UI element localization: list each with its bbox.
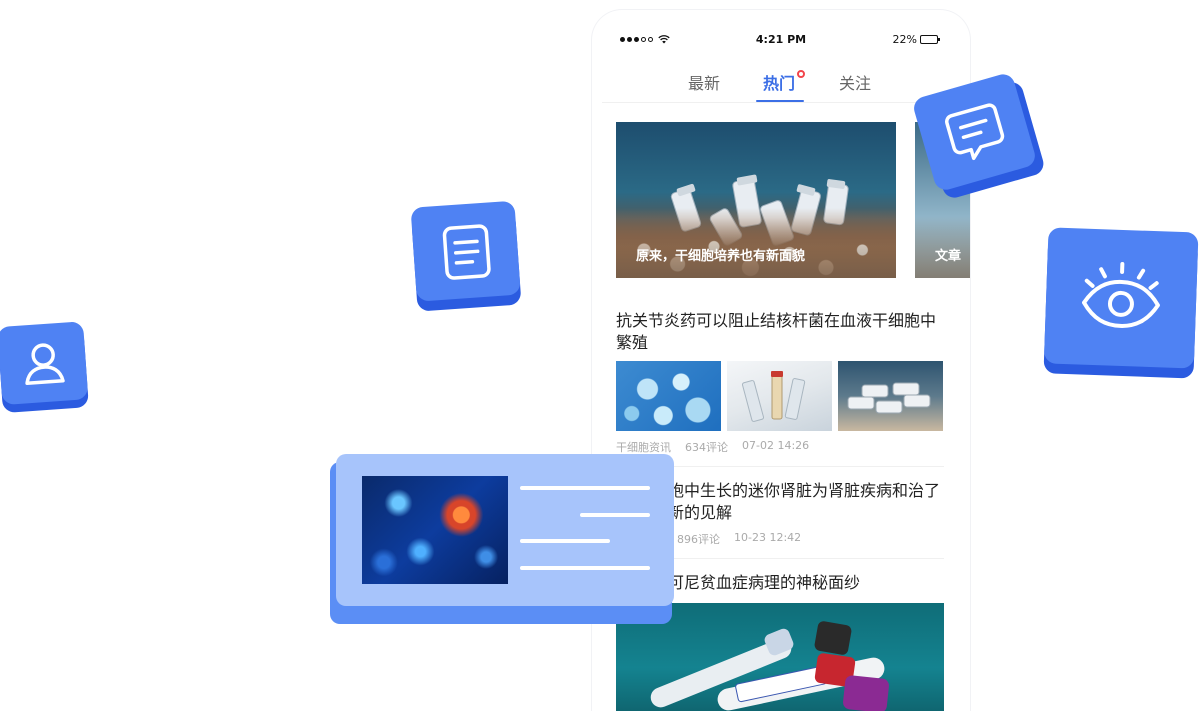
notification-badge [795,68,807,80]
vial-image [741,371,806,422]
banner-caption: 原来，干细胞培养也有新面貌 [636,249,806,264]
battery-percent: 22% [892,33,917,46]
text-placeholder-line [520,539,610,543]
tab-hot[interactable]: 热门 [763,70,795,94]
article-date: 07-02 14:26 [742,439,810,452]
article-comments: 634评论 [685,441,728,454]
user-tile [0,321,93,414]
article-thumbnail[interactable] [616,361,721,431]
article-thumbnail[interactable] [838,361,943,431]
article-title-text: 可尼贫血症病理的神秘面纱 [668,573,861,592]
eye-icon [1081,261,1160,328]
article-comments: 896评论 [677,533,720,546]
floating-article-card [330,454,674,624]
user-icon [25,343,65,386]
vials-image [847,382,931,414]
tab-following[interactable]: 关注 [839,70,871,94]
document-tile [410,200,526,312]
article-thumbnails [616,361,944,431]
article-source: 干细胞资讯 [616,441,671,454]
banner-caption: 文章 [935,249,962,264]
document-icon [442,224,491,280]
article-title-text: 胞中生长的迷你肾脏为肾脏疾病和治了新的见解 [668,481,941,522]
status-bar: 4:21 PM 22% [592,10,970,62]
text-placeholder-line [520,566,650,570]
text-placeholder-line [580,513,650,517]
tab-latest[interactable]: 最新 [688,70,720,94]
article-thumbnail[interactable] [727,361,832,431]
floating-card-image [362,476,508,584]
floating-card-face [336,454,674,606]
article-date: 10-23 12:42 [734,531,802,544]
tabs-divider [602,102,960,103]
article-meta: 896评论 10-23 12:42 [677,531,801,547]
tab-bar: 最新 热门 关注 [592,68,970,102]
battery-icon [920,35,940,44]
battery-indicator: 22% [892,33,940,46]
article-meta: 干细胞资讯 634评论 07-02 14:26 [616,439,809,455]
banner-card[interactable]: 原来，干细胞培养也有新面貌 [616,122,896,278]
text-placeholder-line [520,486,650,490]
eye-tile [1043,227,1200,379]
article-title[interactable]: 抗关节炎药可以阻止结核杆菌在血液干细胞中繁殖 [616,310,944,354]
